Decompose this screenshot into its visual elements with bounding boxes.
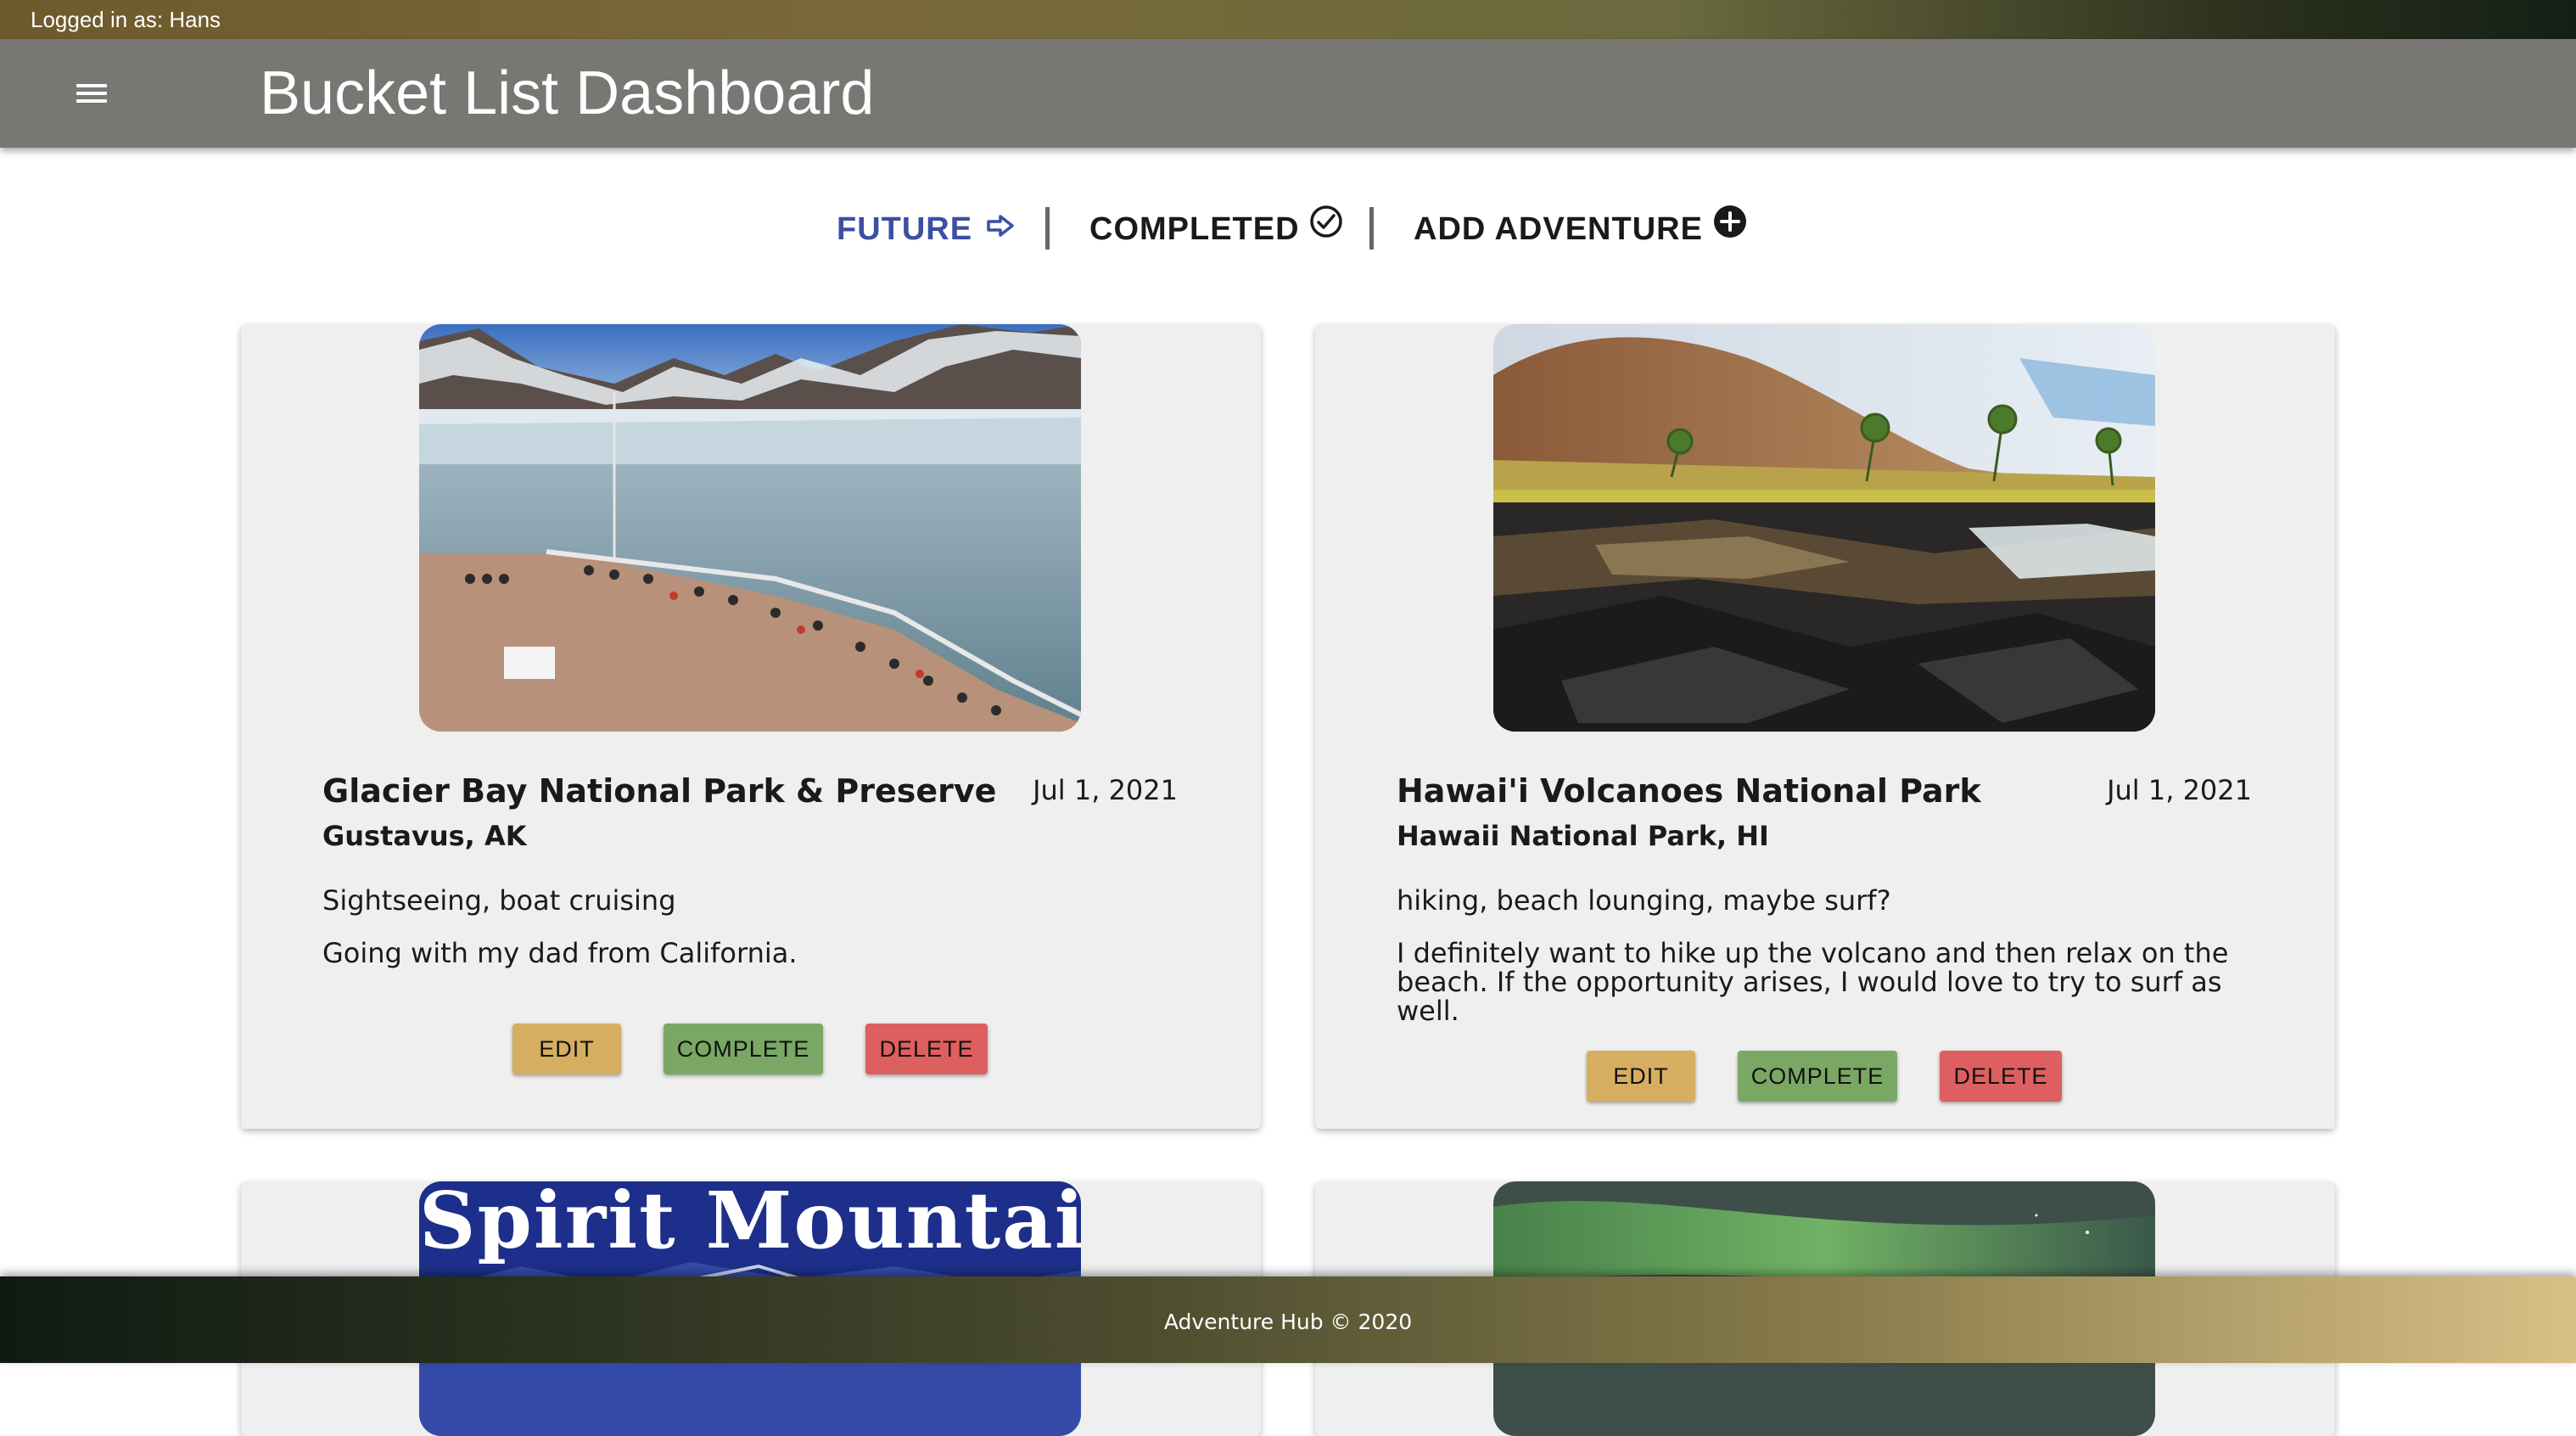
app-bar: Bucket List Dashboard [0,39,2576,148]
tab-divider [1369,207,1374,250]
session-bar: Logged in as: Hans [0,0,2576,39]
adventure-notes: Going with my dad from California. [322,937,798,969]
footer: Adventure Hub © 2020 [0,1276,2576,1363]
adventure-date: Jul 1, 2021 [1033,774,1178,806]
check-circle-outline-icon [1309,201,1343,255]
logged-in-text: Logged in as: Hans [31,7,221,32]
delete-button[interactable]: DELETE [865,1024,988,1074]
adventure-image [1493,324,2155,732]
adventure-notes: I definitely want to hike up the volcano… [1397,937,2229,1027]
arrow-right-outline-icon [986,201,1016,255]
page-title: Bucket List Dashboard [260,59,875,127]
adventure-card: Hawai'i Volcanoes National Park Jul 1, 2… [1315,324,2335,1129]
adventure-title: Glacier Bay National Park & Preserve [322,772,997,810]
adventure-title: Hawai'i Volcanoes National Park [1397,772,1981,810]
tab-completed-label: COMPLETED [1089,211,1300,247]
adventure-activities: Sightseeing, boat cruising [322,884,676,917]
adventure-activities: hiking, beach lounging, maybe surf? [1397,884,1891,917]
edit-button[interactable]: EDIT [1587,1051,1695,1102]
tab-add-adventure-label: ADD ADVENTURE [1414,211,1703,247]
edit-button[interactable]: EDIT [512,1024,621,1074]
adventure-location: Hawaii National Park, HI [1397,820,1769,852]
delete-button[interactable]: DELETE [1940,1051,2062,1102]
tab-future[interactable]: FUTURE [837,202,1016,256]
tab-bar: FUTURE COMPLETED ADD ADVENTURE [0,202,2576,256]
tab-add-adventure[interactable]: ADD ADVENTURE [1414,202,1747,256]
adventure-date: Jul 1, 2021 [2107,774,2252,806]
adventure-image [419,324,1081,732]
adventure-location: Gustavus, AK [322,820,527,852]
footer-copyright: Adventure Hub © 2020 [1163,1310,1413,1334]
spirit-mountain-logo-text: Spirit Mountain [419,1181,1081,1266]
complete-button[interactable]: COMPLETE [664,1024,823,1074]
tab-future-label: FUTURE [837,211,973,247]
tab-completed[interactable]: COMPLETED [1089,202,1343,256]
adventure-card: Glacier Bay National Park & Preserve Jul… [241,324,1261,1129]
tab-divider [1045,207,1050,250]
plus-circle-icon [1713,201,1747,255]
complete-button[interactable]: COMPLETE [1738,1051,1897,1102]
menu-icon[interactable] [75,80,109,107]
